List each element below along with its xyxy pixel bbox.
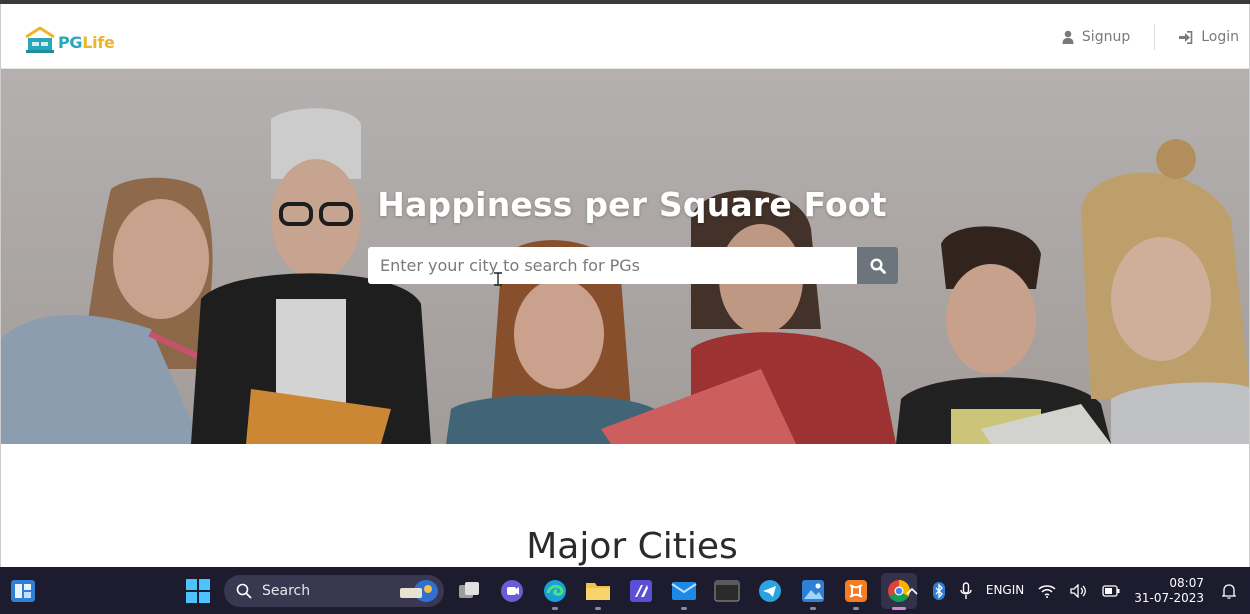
clock-time: 08:07 — [1169, 575, 1204, 590]
hero-title: Happiness per Square Foot — [377, 185, 887, 224]
start-icon[interactable] — [184, 577, 212, 605]
pglife-logo[interactable]: PGLife — [23, 22, 115, 54]
sign-in-icon — [1179, 30, 1193, 44]
battery-icon[interactable] — [1102, 584, 1120, 597]
language-line2: IN — [1011, 583, 1025, 597]
user-icon — [1062, 30, 1074, 44]
terminal-icon[interactable] — [709, 573, 745, 609]
edge-icon[interactable] — [537, 573, 573, 610]
running-indicator — [552, 606, 558, 610]
running-indicator — [853, 606, 859, 610]
running-indicator — [681, 606, 687, 610]
active-indicator — [892, 606, 906, 610]
logo-text-life: Life — [82, 33, 115, 52]
volume-icon[interactable] — [1070, 583, 1088, 598]
taskbar-apps: Search — [184, 572, 917, 610]
search-icon — [869, 257, 886, 274]
language-indicator[interactable]: ENG IN — [986, 583, 1024, 598]
widgets-icon[interactable] — [10, 579, 36, 607]
header-nav: Signup Login — [1062, 24, 1239, 50]
xampp-icon[interactable] — [838, 573, 874, 610]
photos-icon[interactable] — [795, 573, 831, 610]
running-indicator — [595, 606, 601, 610]
city-search-form — [368, 247, 898, 284]
bluetooth-icon[interactable] — [932, 581, 946, 600]
mail-icon[interactable] — [666, 573, 702, 610]
system-clock[interactable]: 08:07 31-07-2023 — [1134, 576, 1204, 606]
microphone-icon[interactable] — [960, 581, 972, 600]
hero-banner: Happiness per Square Foot — [1, 69, 1249, 444]
text-cursor-icon — [494, 272, 502, 286]
browser-page: PGLife Signup Login Happiness per Square… — [0, 4, 1250, 567]
logo-text-pg: PG — [58, 33, 83, 52]
system-tray: ENG IN 08:07 31-07-2023 — [906, 567, 1250, 614]
logo-text: PGLife — [58, 34, 115, 52]
teams-icon[interactable] — [494, 573, 530, 609]
major-cities-heading: Major Cities — [526, 526, 738, 567]
taskbar-search-icon — [236, 583, 252, 598]
signup-link[interactable]: Signup — [1062, 29, 1130, 45]
site-header: PGLife Signup Login — [1, 4, 1249, 69]
language-line1: ENG — [985, 583, 1012, 597]
login-link[interactable]: Login — [1179, 29, 1239, 45]
taskbar-search-label: Search — [262, 582, 311, 599]
wifi-icon[interactable] — [1038, 584, 1056, 598]
task-view-icon[interactable] — [451, 573, 487, 609]
search-button[interactable] — [857, 247, 898, 284]
clock-date: 31-07-2023 — [1134, 590, 1204, 605]
signup-label: Signup — [1081, 29, 1131, 45]
nav-divider — [1154, 24, 1156, 50]
show-hidden-icons-icon[interactable] — [906, 587, 918, 595]
taskbar-search[interactable]: Search — [224, 574, 444, 607]
notification-icon[interactable] — [1222, 583, 1236, 599]
file-explorer-icon[interactable] — [580, 573, 616, 610]
login-label: Login — [1201, 29, 1239, 45]
visual-studio-icon[interactable] — [623, 573, 659, 609]
windows-taskbar: Search ENG IN 08:07 31-07-2023 — [0, 567, 1250, 614]
house-logo-icon — [23, 26, 57, 54]
search-highlight-icon — [400, 579, 438, 602]
running-indicator — [810, 606, 816, 610]
city-search-input[interactable] — [368, 247, 857, 284]
telegram-icon[interactable] — [752, 573, 788, 609]
